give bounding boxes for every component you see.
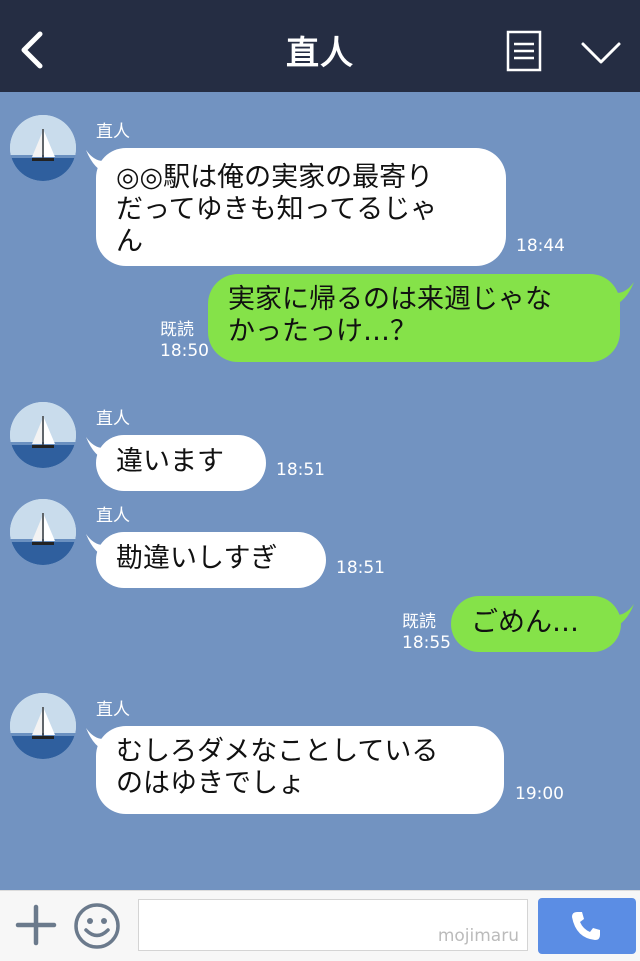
message-text-line: むしろダメなことしている	[116, 736, 439, 767]
read-label: 既読	[402, 612, 436, 632]
chat-title: 直人	[286, 33, 354, 72]
message-text-line: 勘違いしすぎ	[116, 543, 278, 574]
message-text-line: ◎◎駅は俺の実家の最寄り	[116, 162, 434, 193]
phone-icon	[572, 912, 600, 940]
sailboat-icon	[10, 402, 76, 468]
message-time: 18:51	[336, 558, 385, 578]
smiley-icon[interactable]	[72, 901, 122, 951]
message-list[interactable]: 直人 ◎◎駅は俺の実家の最寄り だってゆきも知ってるじゃ ん 18:44 既読 …	[0, 92, 640, 890]
message-text-line: 違います	[116, 446, 224, 477]
watermark: mojimaru	[437, 926, 519, 946]
read-receipt: 既読 18:50	[160, 320, 209, 362]
chevron-down-icon[interactable]	[580, 38, 622, 68]
avatar[interactable]	[10, 115, 76, 181]
message-time: 19:00	[515, 784, 564, 804]
message-text-line: だってゆきも知ってるじゃ	[116, 194, 438, 225]
message-bubble[interactable]: 実家に帰るのは来週じゃな かったっけ…？	[208, 274, 620, 362]
sender-name: 直人	[96, 122, 130, 142]
sender-name: 直人	[96, 506, 130, 526]
message-input[interactable]: mojimaru	[138, 899, 528, 951]
call-button[interactable]	[538, 898, 636, 954]
sender-name: 直人	[96, 409, 130, 429]
avatar[interactable]	[10, 693, 76, 759]
message-bubble[interactable]: ごめん…	[451, 596, 621, 652]
message-time: 18:50	[160, 341, 209, 361]
sailboat-icon	[10, 693, 76, 759]
bubble-tail	[612, 604, 634, 628]
message-bubble[interactable]: ◎◎駅は俺の実家の最寄り だってゆきも知ってるじゃ ん	[96, 148, 506, 266]
message-time: 18:55	[402, 633, 451, 653]
message-text-line: ごめん…	[471, 607, 579, 638]
avatar[interactable]	[10, 499, 76, 565]
message-bubble[interactable]: むしろダメなことしている のはゆきでしょ	[96, 726, 504, 814]
sender-name: 直人	[96, 700, 130, 720]
message-bubble[interactable]: 勘違いしすぎ	[96, 532, 326, 588]
message-input-bar: mojimaru	[0, 890, 640, 961]
read-receipt: 既読 18:55	[402, 612, 451, 654]
chat-header: 直人	[0, 0, 640, 92]
avatar[interactable]	[10, 402, 76, 468]
read-label: 既読	[160, 320, 194, 340]
menu-icon[interactable]	[506, 30, 542, 72]
message-bubble[interactable]: 違います	[96, 435, 266, 491]
message-text-line: 実家に帰るのは来週じゃな	[228, 284, 552, 315]
message-time: 18:51	[276, 460, 325, 480]
message-text-line: ん	[116, 226, 143, 257]
message-time: 18:44	[516, 236, 565, 256]
message-text-line: のはゆきでしょ	[116, 768, 305, 799]
sailboat-icon	[10, 115, 76, 181]
message-text-line: かったっけ…？	[228, 316, 417, 347]
plus-icon[interactable]	[14, 903, 58, 947]
bubble-tail	[612, 282, 634, 306]
sailboat-icon	[10, 499, 76, 565]
